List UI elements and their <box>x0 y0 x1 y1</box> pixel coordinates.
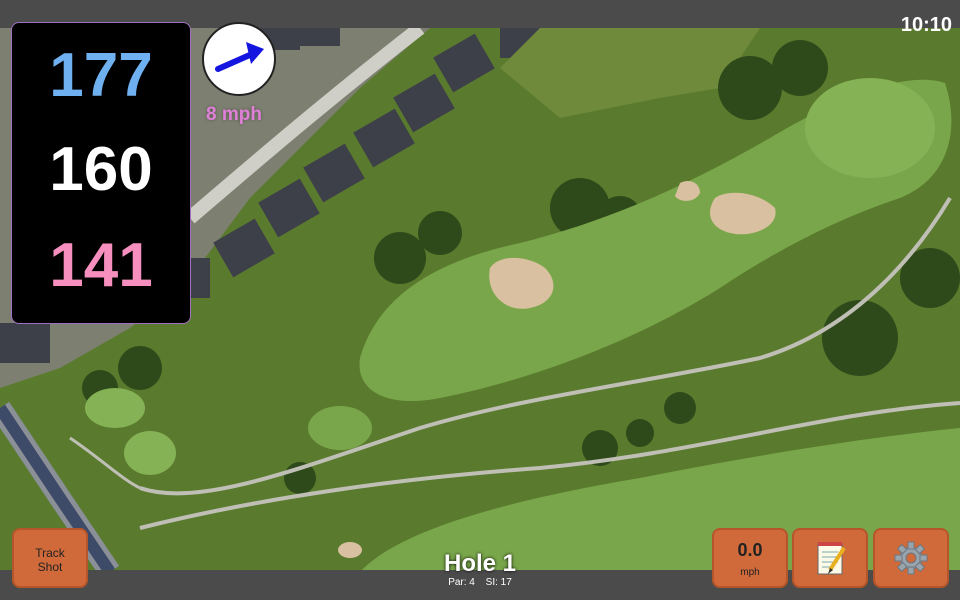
hole-info: Par: 4 SI: 17 <box>380 577 580 588</box>
speed-value: 0.0 <box>737 540 763 560</box>
distance-panel: 177 160 141 <box>11 22 191 324</box>
clock-time: 10:10 <box>900 14 952 36</box>
speed-button[interactable]: 0.0 mph <box>712 528 788 588</box>
hole-par: Par: 4 <box>448 577 475 588</box>
track-shot-label-line1: Track <box>35 546 65 560</box>
wind-direction-arrow-icon <box>215 42 264 72</box>
speed-unit: mph <box>740 567 760 578</box>
notepad-icon <box>817 542 846 575</box>
distance-middle: 160 <box>49 135 153 204</box>
notes-button[interactable] <box>792 528 868 588</box>
gear-icon <box>894 541 928 575</box>
hole-title: Hole 1 <box>443 550 517 577</box>
settings-button[interactable] <box>873 528 949 588</box>
track-shot-label-line2: Shot <box>37 560 63 574</box>
track-shot-button[interactable]: Track Shot <box>12 528 88 588</box>
wind-speed-label: 8 mph <box>206 104 262 125</box>
hole-stroke-index: SI: 17 <box>485 577 512 588</box>
distance-front: 141 <box>49 231 153 300</box>
wind-indicator <box>202 22 276 96</box>
distance-back: 177 <box>49 41 153 110</box>
